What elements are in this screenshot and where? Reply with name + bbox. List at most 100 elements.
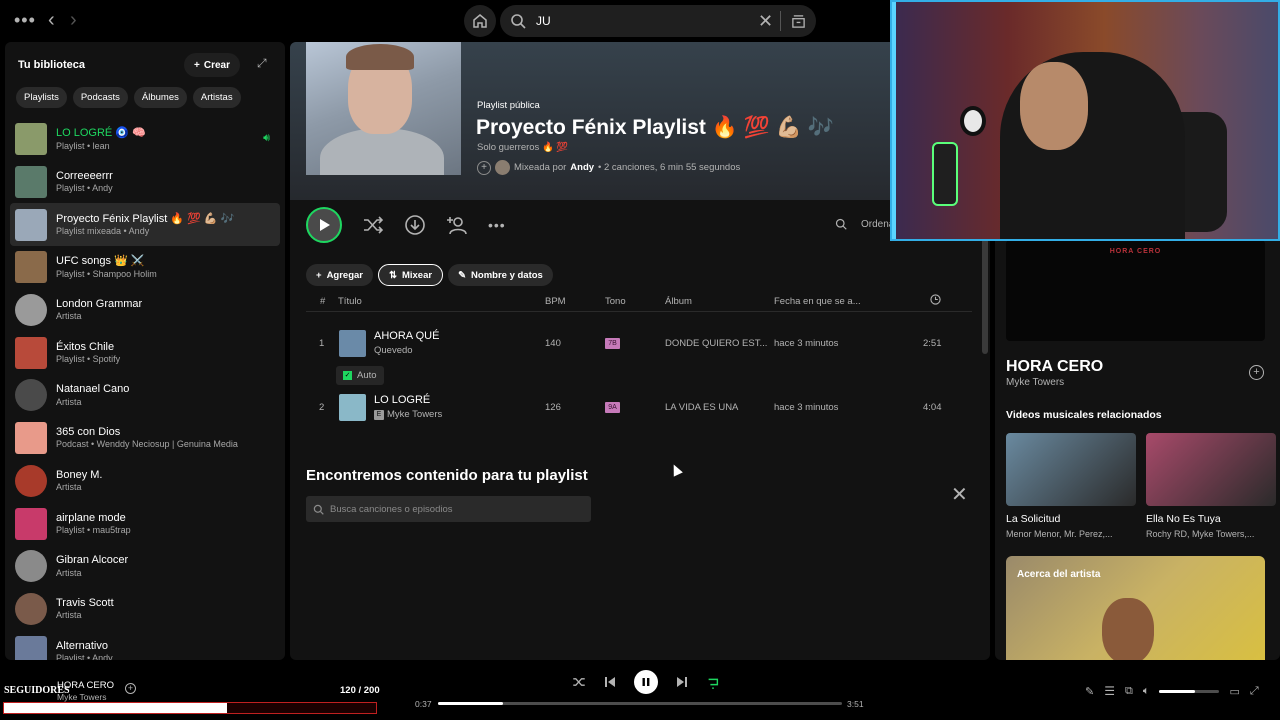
library-item[interactable]: 365 con Dios Podcast • Wenddy Neciosup | … bbox=[10, 417, 280, 460]
edit-details-button[interactable]: ✎ Nombre y datos bbox=[448, 264, 553, 286]
related-video-card[interactable]: La Solicitud Menor Menor, Mr. Perez,... bbox=[1006, 433, 1136, 539]
library-item[interactable]: Boney M. Artista bbox=[10, 460, 280, 503]
previous-icon[interactable] bbox=[604, 676, 616, 688]
track-row[interactable]: 1 AHORA QUÉ Quevedo 140 7B DONDE QUIERO EST..… bbox=[306, 324, 972, 364]
search-value[interactable]: JU bbox=[536, 14, 758, 28]
expand-icon[interactable]: ⤢ bbox=[257, 56, 267, 71]
col-key[interactable]: Tono bbox=[605, 296, 626, 307]
volume-icon[interactable]: 🔈︎ bbox=[1143, 685, 1150, 698]
close-icon[interactable]: ✕ bbox=[951, 482, 968, 507]
add-to-playlist-icon[interactable]: + bbox=[125, 683, 136, 694]
download-icon[interactable] bbox=[404, 214, 426, 236]
next-icon[interactable] bbox=[676, 676, 688, 688]
library-item[interactable]: Proyecto Fénix Playlist 🔥 💯 💪🏼 🎶 Playlist… bbox=[10, 203, 280, 247]
back-arrow-icon[interactable]: ‹ bbox=[48, 9, 55, 32]
col-date[interactable]: Fecha en que se a... bbox=[774, 296, 861, 307]
library-item-subtitle: Playlist • lean bbox=[56, 140, 110, 151]
video-artists[interactable]: Rochy RD, Myke Towers,... bbox=[1146, 529, 1276, 539]
track-key-badge: 9A bbox=[605, 402, 620, 413]
sort-control[interactable]: Ordenar bbox=[835, 218, 898, 230]
filter-chip[interactable]: Podcasts bbox=[72, 87, 128, 108]
library-item[interactable]: Natanael Cano Artista bbox=[10, 374, 280, 417]
filter-chip[interactable]: Álbumes bbox=[133, 87, 187, 108]
play-button[interactable] bbox=[306, 207, 342, 243]
video-title[interactable]: Ella No Es Tuya bbox=[1146, 513, 1276, 525]
browse-icon[interactable] bbox=[780, 11, 816, 31]
volume-slider[interactable] bbox=[1159, 689, 1220, 693]
track-artist-line: E Myke Towers bbox=[374, 409, 442, 420]
followers-overlay-label: SEGUIDORES bbox=[4, 685, 70, 696]
track-bpm: 126 bbox=[545, 402, 561, 413]
np-track-artist[interactable]: Myke Towers bbox=[1006, 377, 1064, 388]
owner-link[interactable]: Andy bbox=[570, 162, 594, 173]
search-input[interactable]: JU ✕ bbox=[500, 5, 816, 37]
col-title[interactable]: Título bbox=[338, 296, 362, 307]
filter-chip[interactable]: Artistas bbox=[192, 87, 241, 108]
auto-transition-toggle[interactable]: ✓ Auto bbox=[336, 366, 384, 385]
track-title[interactable]: LO LOGRÉ bbox=[374, 394, 430, 406]
track-table-header: # Título BPM Tono Álbum Fecha en que se … bbox=[306, 292, 972, 312]
library-item-subtitle: Playlist • Spotify bbox=[56, 354, 121, 365]
library-item[interactable]: Alternativo Playlist • Andy bbox=[10, 630, 280, 660]
col-album[interactable]: Álbum bbox=[665, 296, 692, 307]
playlist-description: Solo guerreros 🔥 💯 bbox=[477, 142, 569, 153]
library-item-subtitle: Artista bbox=[56, 610, 82, 621]
track-album[interactable]: LA VIDA ES UNA bbox=[665, 402, 738, 413]
shuffle-icon[interactable] bbox=[362, 214, 384, 236]
library-item[interactable]: Éxitos Chile Playlist • Spotify bbox=[10, 331, 280, 374]
track-artist[interactable]: Quevedo bbox=[374, 345, 413, 356]
more-menu-icon[interactable]: ••• bbox=[14, 10, 36, 31]
np-track-title[interactable]: HORA CERO bbox=[1006, 358, 1103, 376]
library-item[interactable]: airplane mode Playlist • mau5trap bbox=[10, 502, 280, 545]
add-collaborator-icon[interactable]: + bbox=[477, 160, 491, 175]
library-item[interactable]: London Grammar Artista bbox=[10, 289, 280, 332]
progress-bar[interactable] bbox=[438, 702, 842, 705]
add-to-library-icon[interactable]: + bbox=[1249, 365, 1264, 380]
library-item-name: Natanael Cano bbox=[56, 383, 130, 396]
music-video[interactable]: HORA CERO bbox=[1006, 240, 1265, 341]
related-video-card[interactable]: Ella No Es Tuya Rochy RD, Myke Towers,... bbox=[1146, 433, 1276, 539]
mix-button[interactable]: ⇅ Mixear bbox=[378, 264, 444, 286]
library-item-thumbnail bbox=[15, 635, 47, 660]
library-item-thumbnail bbox=[15, 336, 47, 369]
search-in-playlist-icon[interactable] bbox=[835, 218, 847, 230]
library-item-name: LO LOGRÉ 🧿 🧠 bbox=[56, 127, 146, 140]
library-title[interactable]: Tu biblioteca bbox=[18, 59, 85, 71]
queue-icon[interactable]: ☰ bbox=[1104, 684, 1115, 698]
playlist-cover[interactable] bbox=[306, 42, 461, 175]
clear-search-icon[interactable]: ✕ bbox=[758, 11, 780, 32]
more-options-icon[interactable]: ••• bbox=[488, 217, 506, 233]
track-title[interactable]: AHORA QUÉ bbox=[374, 330, 439, 342]
home-button[interactable] bbox=[464, 5, 496, 37]
about-artist-card[interactable]: Acerca del artista bbox=[1006, 556, 1265, 660]
video-title[interactable]: La Solicitud bbox=[1006, 513, 1136, 525]
track-row[interactable]: 2 LO LOGRÉ E Myke Towers 126 9A LA VIDA ES UNA… bbox=[306, 388, 972, 428]
pencil-icon: ✎ bbox=[458, 269, 467, 281]
library-item[interactable]: Gibran Alcocer Artista bbox=[10, 545, 280, 588]
library-item[interactable]: UFC songs 👑 ⚔️ Playlist • Shampoo Holim bbox=[10, 246, 280, 289]
now-playing-view-icon[interactable]: ✎ bbox=[1085, 685, 1094, 698]
add-button[interactable]: + Agregar bbox=[306, 264, 373, 286]
shuffle-icon[interactable] bbox=[572, 675, 586, 689]
track-album[interactable]: DONDE QUIERO EST... bbox=[665, 338, 767, 349]
repeat-icon[interactable] bbox=[706, 675, 720, 689]
pause-button[interactable] bbox=[634, 670, 658, 694]
invite-collaborator-icon[interactable] bbox=[446, 214, 468, 236]
connect-device-icon[interactable]: ⧉ bbox=[1125, 685, 1133, 698]
track-bpm: 140 bbox=[545, 338, 561, 349]
scrollbar[interactable] bbox=[982, 238, 988, 354]
library-item[interactable]: LO LOGRÉ 🧿 🧠 Playlist • lean 🔊︎ bbox=[10, 118, 280, 161]
library-item[interactable]: Travis Scott Artista bbox=[10, 588, 280, 631]
fullscreen-icon[interactable]: ⤢ bbox=[1250, 685, 1259, 698]
find-search-input[interactable]: Busca canciones o episodios bbox=[306, 496, 591, 522]
library-item[interactable]: Correeeerrr Playlist • Andy bbox=[10, 161, 280, 204]
video-artists[interactable]: Menor Menor, Mr. Perez,... bbox=[1006, 529, 1136, 539]
filter-chip[interactable]: Playlists bbox=[16, 87, 67, 108]
video-thumbnail bbox=[1146, 433, 1276, 506]
mini-player-icon[interactable]: ▭ bbox=[1229, 685, 1239, 698]
track-artist[interactable]: Myke Towers bbox=[387, 409, 442, 420]
create-button[interactable]: + Crear bbox=[184, 53, 240, 77]
playlist-title[interactable]: Proyecto Fénix Playlist 🔥 💯 💪🏼 🎶 bbox=[476, 116, 834, 140]
col-bpm[interactable]: BPM bbox=[545, 296, 566, 307]
forward-arrow-icon[interactable]: › bbox=[70, 9, 77, 32]
